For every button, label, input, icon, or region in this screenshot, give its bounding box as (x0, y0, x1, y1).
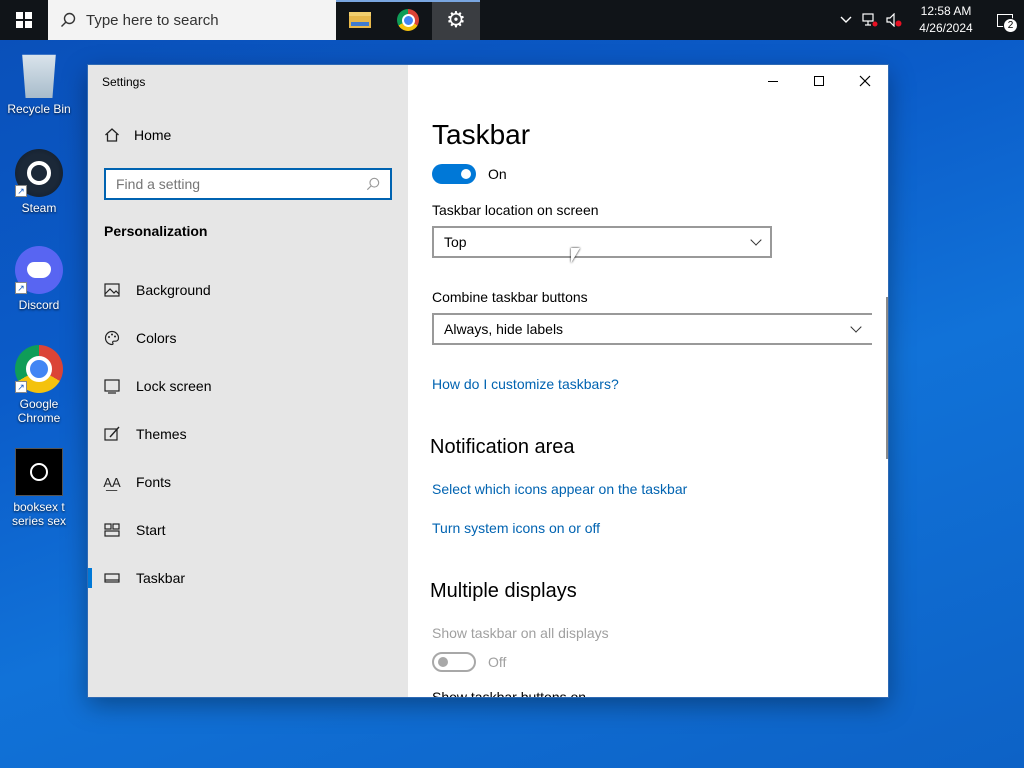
discord-icon: ↗ (15, 246, 63, 294)
taskbar-location-dropdown[interactable]: Top (432, 226, 772, 258)
desktop-icon-booksex[interactable]: booksex t series sex (1, 448, 77, 528)
multiple-displays-heading: Multiple displays (430, 580, 577, 602)
desktop-icon-recycle-bin[interactable]: Recycle Bin (1, 50, 77, 116)
sidebar-section-heading: Personalization (104, 223, 208, 239)
recycle-bin-icon (22, 54, 56, 98)
mouse-cursor-icon (571, 248, 580, 263)
toggle-state-label: Off (488, 654, 507, 670)
search-icon (366, 177, 380, 191)
taskbar-clock[interactable]: 12:58 AM 4/26/2024 (906, 3, 986, 37)
clock-time: 12:58 AM (920, 4, 972, 18)
sidebar-item-label: Background (136, 282, 211, 298)
sidebar-item-label: Themes (136, 426, 187, 442)
combine-buttons-label: Combine taskbar buttons (432, 289, 588, 305)
settings-window: Settings Home Find a setting Personaliza… (88, 65, 888, 697)
start-menu-icon (104, 523, 120, 537)
sidebar-item-label: Start (136, 522, 166, 538)
notification-area-heading: Notification area (430, 436, 575, 458)
google-chrome-icon: ↗ (15, 345, 63, 393)
shortcut-arrow-icon: ↗ (15, 282, 27, 294)
palette-icon (104, 330, 120, 346)
system-icons-link[interactable]: Turn system icons on or off (432, 520, 600, 536)
show-all-displays-label: Show taskbar on all displays (432, 625, 609, 641)
sidebar-item-label: Lock screen (136, 378, 212, 394)
windows-logo-icon (16, 12, 32, 28)
system-tray: 12:58 AM 4/26/2024 2 (834, 0, 1024, 40)
clock-date: 4/26/2024 (919, 21, 973, 35)
taskbar-search-placeholder: Type here to search (86, 11, 219, 29)
desktop-icon-label: Discord (18, 298, 60, 312)
sidebar-item-label: Colors (136, 330, 177, 346)
steam-icon: ↗ (15, 149, 63, 197)
desktop-icon-label: Google Chrome (17, 397, 61, 425)
customize-taskbars-link[interactable]: How do I customize taskbars? (432, 376, 619, 392)
sidebar-nav-list: Background Colors Lock screen Themes A͟A… (88, 266, 408, 602)
show-buttons-on-label: Show taskbar buttons on (432, 689, 587, 697)
sidebar-item-label: Fonts (136, 474, 172, 490)
sidebar-item-background[interactable]: Background (88, 266, 408, 314)
desktop-icon-label: booksex t series sex (11, 500, 67, 528)
desktop-icon-discord[interactable]: ↗ Discord (1, 246, 77, 312)
sidebar-item-colors[interactable]: Colors (88, 314, 408, 362)
taskbar-settings[interactable]: ⚙ (432, 0, 480, 40)
sidebar-item-fonts[interactable]: A͟A Fonts (88, 458, 408, 506)
action-center-button[interactable]: 2 (986, 0, 1024, 40)
show-all-displays-toggle-row: Off (432, 652, 506, 672)
taskbar: Type here to search ⚙ 12:58 AM 4/26/2024… (0, 0, 1024, 40)
notification-count-badge: 2 (1003, 18, 1018, 33)
sidebar-item-lock-screen[interactable]: Lock screen (88, 362, 408, 410)
taskbar-location-label: Taskbar location on screen (432, 202, 599, 218)
lock-screen-icon (104, 379, 120, 394)
find-setting-input[interactable]: Find a setting (104, 168, 392, 200)
taskbar-file-explorer[interactable] (336, 0, 384, 40)
chevron-down-icon (850, 321, 862, 333)
sidebar-item-taskbar[interactable]: Taskbar (88, 554, 408, 602)
shortcut-arrow-icon: ↗ (15, 185, 27, 197)
show-all-displays-toggle[interactable] (432, 652, 476, 672)
booksex-app-icon (15, 448, 63, 496)
settings-content: Taskbar On Taskbar location on screen To… (408, 65, 888, 697)
shortcut-arrow-icon: ↗ (15, 381, 27, 393)
page-title: Taskbar (432, 119, 531, 150)
gear-icon: ⚙ (446, 7, 466, 32)
dropdown-value: Top (444, 234, 467, 250)
network-icon[interactable] (858, 0, 882, 40)
settings-sidebar: Settings Home Find a setting Personaliza… (88, 65, 408, 697)
taskbar-chrome[interactable] (384, 0, 432, 40)
show-hidden-icons-chevron-icon[interactable] (834, 0, 858, 40)
themes-icon (104, 426, 120, 441)
select-icons-link[interactable]: Select which icons appear on the taskbar (432, 481, 687, 497)
combine-buttons-dropdown[interactable]: Always, hide labels (432, 313, 872, 345)
file-explorer-icon (349, 12, 371, 28)
desktop-icon-google-chrome[interactable]: ↗ Google Chrome (1, 345, 77, 425)
nav-home[interactable]: Home (104, 127, 171, 143)
chrome-icon (397, 9, 419, 31)
toggle-state-label: On (488, 166, 507, 182)
lock-taskbar-toggle-row: On (432, 164, 507, 184)
dropdown-value: Always, hide labels (444, 321, 564, 337)
window-title: Settings (102, 75, 146, 89)
lock-taskbar-toggle[interactable] (432, 164, 476, 184)
taskbar-search-box[interactable]: Type here to search (48, 0, 336, 40)
sidebar-item-start[interactable]: Start (88, 506, 408, 554)
sidebar-item-themes[interactable]: Themes (88, 410, 408, 458)
find-setting-placeholder: Find a setting (116, 176, 201, 192)
taskbar-icon (104, 573, 120, 583)
home-icon (105, 128, 119, 142)
content-scrollbar[interactable] (886, 297, 888, 459)
nav-home-label: Home (134, 127, 172, 143)
volume-muted-icon[interactable] (882, 0, 906, 40)
start-button[interactable] (0, 0, 48, 40)
desktop-icon-label: Recycle Bin (7, 102, 71, 116)
search-icon (61, 12, 76, 27)
desktop-icon-steam[interactable]: ↗ Steam (1, 149, 77, 215)
picture-icon (104, 283, 120, 297)
fonts-icon: A͟A (103, 474, 121, 490)
desktop-icon-label: Steam (21, 201, 57, 215)
sidebar-item-label: Taskbar (136, 570, 186, 586)
chevron-down-icon (750, 234, 762, 246)
